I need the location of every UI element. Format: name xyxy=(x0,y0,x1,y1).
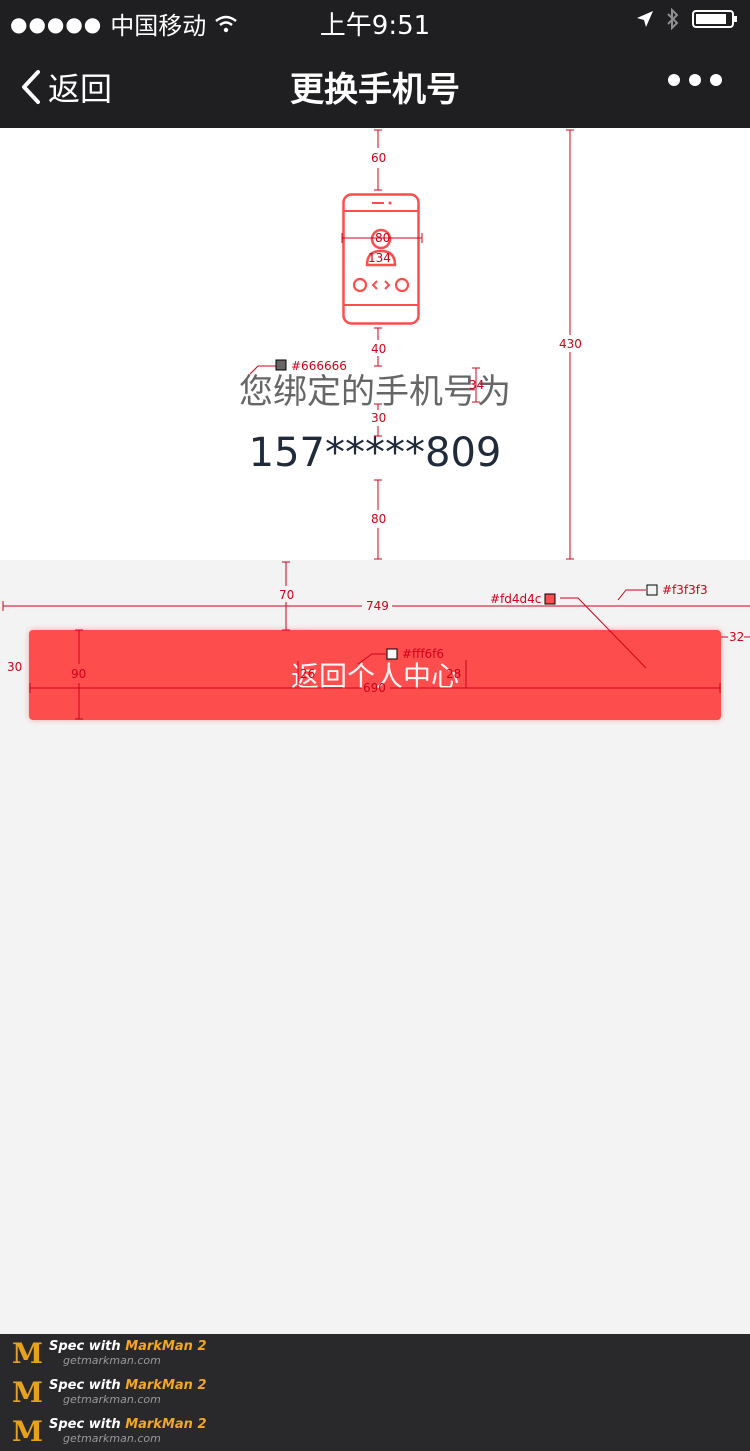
status-right xyxy=(636,8,738,30)
location-arrow-icon xyxy=(637,11,653,27)
back-to-profile-button[interactable]: 返回个人中心 xyxy=(29,630,721,720)
badge-prefix: Spec with xyxy=(49,1339,126,1354)
battery-icon xyxy=(692,10,737,28)
dim-label: 30 xyxy=(7,660,22,674)
phone-number: 157*****809 xyxy=(248,430,502,476)
more-options-button[interactable] xyxy=(668,74,722,86)
phone-info-card: 您绑定的手机号为 157*****809 xyxy=(0,128,750,560)
dim-label: 70 xyxy=(279,588,294,602)
markman-logo-icon: M xyxy=(12,1376,43,1409)
bound-phone-label: 您绑定的手机号为 xyxy=(239,372,511,412)
badge-site: getmarkman.com xyxy=(63,1393,161,1406)
bluetooth-icon xyxy=(667,8,679,30)
more-dot-icon xyxy=(710,74,722,86)
more-dot-icon xyxy=(668,74,680,86)
color-label: #f3f3f3 xyxy=(662,583,708,597)
markman-badge: M Spec with MarkMan 2 getmarkman.com xyxy=(12,1340,207,1368)
markman-logo-icon: M xyxy=(12,1415,43,1448)
nav-bar: 返回 更换手机号 xyxy=(0,40,750,128)
dim-label: 749 xyxy=(366,599,389,613)
phone-user-icon xyxy=(342,193,420,325)
badge-brand: MarkMan 2 xyxy=(125,1339,207,1354)
markman-badge: M Spec with MarkMan 2 getmarkman.com xyxy=(12,1418,207,1446)
more-dot-icon xyxy=(689,74,701,86)
badge-brand: MarkMan 2 xyxy=(125,1378,207,1393)
markman-footer: M Spec with MarkMan 2 getmarkman.com M S… xyxy=(0,1334,750,1451)
status-bar: ●●●●● 中国移动 上午9:51 xyxy=(0,0,750,41)
dim-label: 32 xyxy=(729,630,744,644)
badge-prefix: Spec with xyxy=(49,1378,126,1393)
badge-site: getmarkman.com xyxy=(63,1432,161,1445)
badge-prefix: Spec with xyxy=(49,1417,126,1432)
markman-badge: M Spec with MarkMan 2 getmarkman.com xyxy=(12,1379,207,1407)
color-label: #fd4d4c xyxy=(490,592,541,606)
badge-site: getmarkman.com xyxy=(63,1354,161,1367)
page-title: 更换手机号 xyxy=(290,70,460,110)
badge-brand: MarkMan 2 xyxy=(125,1417,207,1432)
back-to-profile-label: 返回个人中心 xyxy=(290,660,459,693)
markman-logo-icon: M xyxy=(12,1337,43,1370)
